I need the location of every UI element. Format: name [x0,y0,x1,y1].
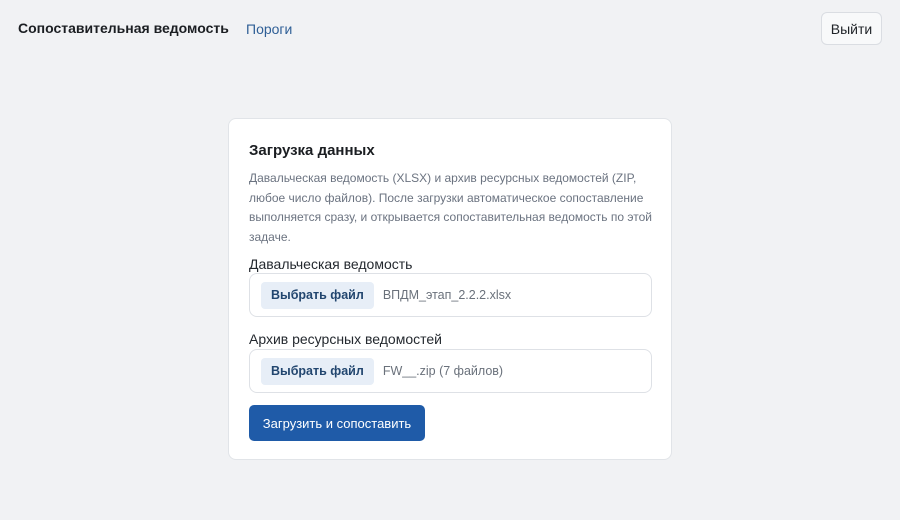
supplied-statement-file-input[interactable]: Выбрать файл ВПДМ_этап_2.2.2.xlsx [249,273,652,317]
upload-card: Загрузка данных Давальческая ведомость (… [228,118,672,460]
selected-file-name: ВПДМ_этап_2.2.2.xlsx [382,288,512,302]
choose-file-button[interactable]: Выбрать файл [261,281,374,309]
top-bar: Сопоставительная ведомость Пороги Выйти [0,0,900,58]
selected-file-name: FW__.zip (7 файлов) [382,364,504,378]
resource-archive-label: Архив ресурсных ведомостей [249,331,442,347]
card-title: Загрузка данных [249,142,375,159]
card-description: Давальческая ведомость (XLSX) и архив ре… [249,171,652,244]
logout-button[interactable]: Выйти [821,12,882,45]
nav-link-thresholds[interactable]: Пороги [246,21,292,37]
upload-and-match-button[interactable]: Загрузить и сопоставить [249,405,425,441]
app-title: Сопоставительная ведомость [18,20,229,36]
resource-archive-file-input[interactable]: Выбрать файл FW__.zip (7 файлов) [249,349,652,393]
supplied-statement-label: Давальческая ведомость [249,256,413,272]
choose-file-button[interactable]: Выбрать файл [261,357,374,385]
